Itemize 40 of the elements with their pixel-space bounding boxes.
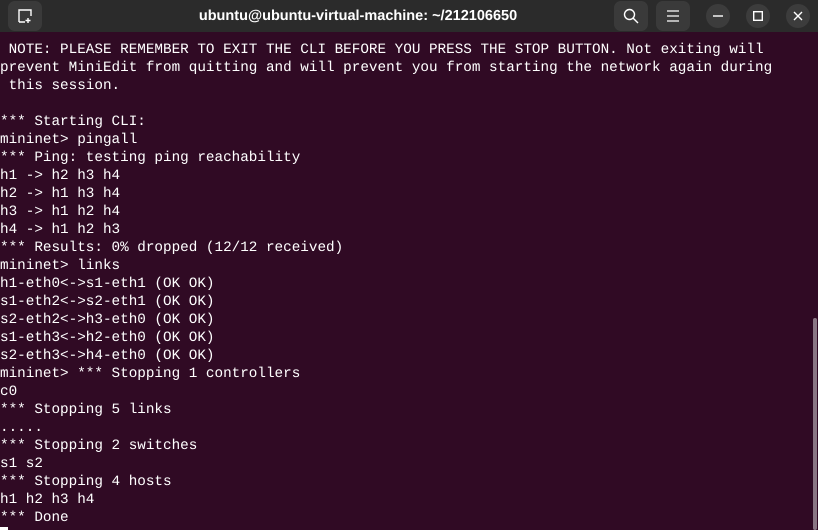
terminal-line: *** Results: 0% dropped (12/12 received) xyxy=(0,239,344,257)
terminal-line: *** Starting CLI: xyxy=(0,113,146,131)
maximize-icon xyxy=(753,11,763,21)
terminal-line: h4 -> h1 h2 h3 xyxy=(0,221,120,239)
terminal-line: NOTE: PLEASE REMEMBER TO EXIT THE CLI BEFORE YOU PRESS THE STOP BUTTON. Not exiting will xyxy=(8,41,764,59)
terminal-line: mininet> pingall xyxy=(0,131,138,149)
new-tab-icon xyxy=(17,8,33,24)
terminal-line: *** Stopping 5 links xyxy=(0,401,172,419)
terminal-line: s2-eth2<->h3-eth0 (OK OK) xyxy=(0,311,214,329)
terminal-line: *** Done xyxy=(0,509,69,527)
terminal-line: *** Stopping 4 hosts xyxy=(0,473,172,491)
terminal-line: prevent MiniEdit from quitting and will prevent you from starting the network again during xyxy=(0,59,772,77)
minimize-icon xyxy=(713,15,723,17)
terminal-line: *** Ping: testing ping reachability xyxy=(0,149,300,167)
search-button[interactable] xyxy=(614,1,648,31)
terminal-line: this session. xyxy=(8,77,120,95)
terminal-line: h2 -> h1 h3 h4 xyxy=(0,185,120,203)
terminal-line: s1 s2 xyxy=(0,455,43,473)
terminal-line: h1 h2 h3 h4 xyxy=(0,491,94,509)
terminal-line: ..... xyxy=(0,419,43,437)
close-icon xyxy=(793,11,803,21)
terminal-line: s1-eth3<->h2-eth0 (OK OK) xyxy=(0,329,214,347)
menu-icon xyxy=(666,10,680,22)
terminal-line: mininet> *** Stopping 1 controllers xyxy=(0,365,300,383)
menu-button[interactable] xyxy=(656,1,690,31)
terminal-line: mininet> links xyxy=(0,257,120,275)
search-icon xyxy=(623,8,639,24)
new-tab-button[interactable] xyxy=(8,1,42,31)
window-title: ubuntu@ubuntu-virtual-machine: ~/212106650 xyxy=(198,8,518,24)
terminal-line: c0 xyxy=(0,383,18,401)
terminal-line: *** Stopping 2 switches xyxy=(0,437,198,455)
terminal-line: s2-eth3<->h4-eth0 (OK OK) xyxy=(0,347,214,365)
terminal-line: h1-eth0<->s1-eth1 (OK OK) xyxy=(0,275,214,293)
maximize-button[interactable] xyxy=(746,4,770,28)
terminal-line: h3 -> h1 h2 h4 xyxy=(0,203,120,221)
scrollbar[interactable] xyxy=(813,318,817,530)
minimize-button[interactable] xyxy=(706,4,730,28)
terminal-line: s1-eth2<->s2-eth1 (OK OK) xyxy=(0,293,214,311)
terminal-line: h1 -> h2 h3 h4 xyxy=(0,167,120,185)
close-button[interactable] xyxy=(786,4,810,28)
